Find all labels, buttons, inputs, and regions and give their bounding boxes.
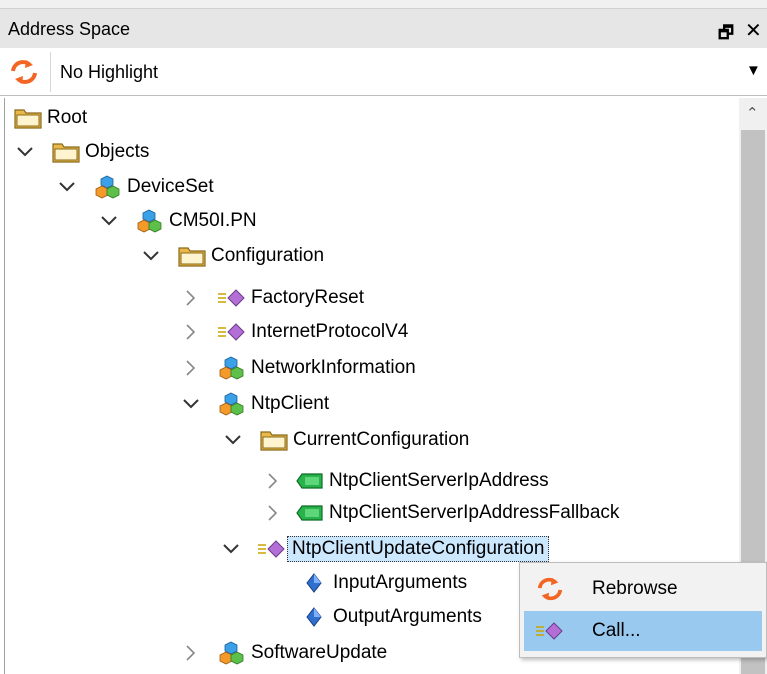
menu-item-call[interactable]: Call...: [524, 611, 762, 651]
panel-title-bar: Address Space 🗗 ✕: [0, 8, 767, 48]
refresh-icon: [524, 575, 576, 603]
tree-node-ntpclient[interactable]: NtpClient: [181, 387, 329, 421]
chevron-right-icon[interactable]: [181, 358, 201, 378]
toolbar: No Highlight ▼: [0, 48, 767, 96]
toolbar-divider: [50, 52, 51, 92]
tree-node-label: InputArguments: [333, 572, 468, 593]
tree-node-label: InternetProtocolV4: [251, 321, 409, 342]
object-icon: [217, 354, 247, 382]
folder-icon: [177, 242, 207, 270]
float-panel-icon[interactable]: 🗗: [718, 20, 734, 49]
tree-node-label: OutputArguments: [333, 606, 482, 627]
tree-node-label: FactoryReset: [251, 287, 364, 308]
tree-node-internetprotocol[interactable]: InternetProtocolV4: [181, 315, 408, 349]
menu-item-label: Rebrowse: [592, 578, 678, 599]
panel-title: Address Space: [8, 19, 131, 39]
chevron-right-icon[interactable]: [263, 503, 283, 523]
menu-item-rebrowse[interactable]: Rebrowse: [524, 569, 762, 609]
tree-node-label: NtpClientUpdateConfiguration: [287, 536, 550, 562]
tree-node-currentconfiguration[interactable]: CurrentConfiguration: [223, 423, 469, 457]
highlight-select-value: No Highlight: [60, 62, 159, 82]
method-icon: [257, 535, 287, 563]
tree-node-inputarguments[interactable]: InputArguments: [299, 566, 467, 600]
tree-node-label: DeviceSet: [127, 176, 214, 197]
scroll-up-icon[interactable]: ⌃: [746, 104, 759, 122]
folder-icon: [51, 138, 81, 166]
folder-icon: [259, 426, 289, 454]
tree-node-softwareupdate[interactable]: SoftwareUpdate: [181, 636, 387, 670]
chevron-down-icon[interactable]: [181, 394, 201, 414]
tree-node-label: SoftwareUpdate: [251, 642, 388, 663]
chevron-down-icon[interactable]: [223, 430, 243, 450]
tree-node-serverip[interactable]: NtpClientServerIpAddress: [263, 464, 549, 498]
tree-node-factoryreset[interactable]: FactoryReset: [181, 281, 364, 315]
chevron-down-icon[interactable]: [221, 539, 241, 559]
tree-node-label: CurrentConfiguration: [293, 429, 470, 450]
tree-node-configuration[interactable]: Configuration: [141, 239, 324, 273]
method-icon: [217, 284, 247, 312]
tree-node-root[interactable]: Root: [13, 101, 87, 135]
tree-node-device[interactable]: CM50I.PN: [99, 204, 257, 238]
chevron-down-icon[interactable]: [15, 142, 35, 162]
chevron-down-icon[interactable]: [141, 246, 161, 266]
refresh-icon: [11, 58, 37, 86]
tree-node-serverip-fallback[interactable]: NtpClientServerIpAddressFallback: [263, 496, 619, 530]
tree-node-outputarguments[interactable]: OutputArguments: [299, 600, 482, 634]
chevron-right-icon[interactable]: [263, 471, 283, 491]
tree-node-label: CM50I.PN: [169, 210, 257, 231]
method-icon: [217, 318, 247, 346]
object-icon: [217, 639, 247, 667]
tree-node-label: Configuration: [211, 245, 325, 266]
folder-icon: [13, 104, 43, 132]
tree-node-networkinformation[interactable]: NetworkInformation: [181, 351, 416, 385]
chevron-right-icon[interactable]: [181, 322, 201, 342]
tree-node-label: NtpClientServerIpAddress: [329, 470, 549, 491]
tree-node-label: Objects: [85, 141, 150, 162]
object-icon: [135, 207, 165, 235]
chevron-right-icon[interactable]: [181, 643, 201, 663]
chevron-right-icon[interactable]: [181, 288, 201, 308]
object-icon: [217, 390, 247, 418]
tree-node-label: Root: [47, 107, 88, 128]
highlight-select[interactable]: No Highlight ▼: [52, 52, 767, 92]
variable-icon: [295, 499, 325, 527]
dropdown-arrow-icon[interactable]: ▼: [746, 62, 761, 79]
variable-icon: [295, 467, 325, 495]
refresh-button[interactable]: [8, 57, 42, 87]
tree-node-label: NtpClientServerIpAddressFallback: [329, 502, 620, 523]
property-icon: [299, 603, 329, 631]
close-icon[interactable]: ✕: [745, 18, 762, 43]
context-menu: Rebrowse Call...: [519, 562, 767, 658]
property-icon: [299, 569, 329, 597]
method-icon: [524, 619, 576, 643]
tree-node-deviceset[interactable]: DeviceSet: [57, 170, 214, 204]
chevron-down-icon[interactable]: [99, 211, 119, 231]
chevron-down-icon[interactable]: [57, 177, 77, 197]
window-top-strip: [0, 0, 767, 8]
object-icon: [93, 173, 123, 201]
menu-item-label: Call...: [592, 620, 641, 641]
tree-node-label: NetworkInformation: [251, 357, 416, 378]
tree-node-objects[interactable]: Objects: [15, 135, 149, 169]
tree-node-updateconfiguration[interactable]: NtpClientUpdateConfiguration: [221, 532, 550, 566]
tree-node-label: NtpClient: [251, 393, 330, 414]
